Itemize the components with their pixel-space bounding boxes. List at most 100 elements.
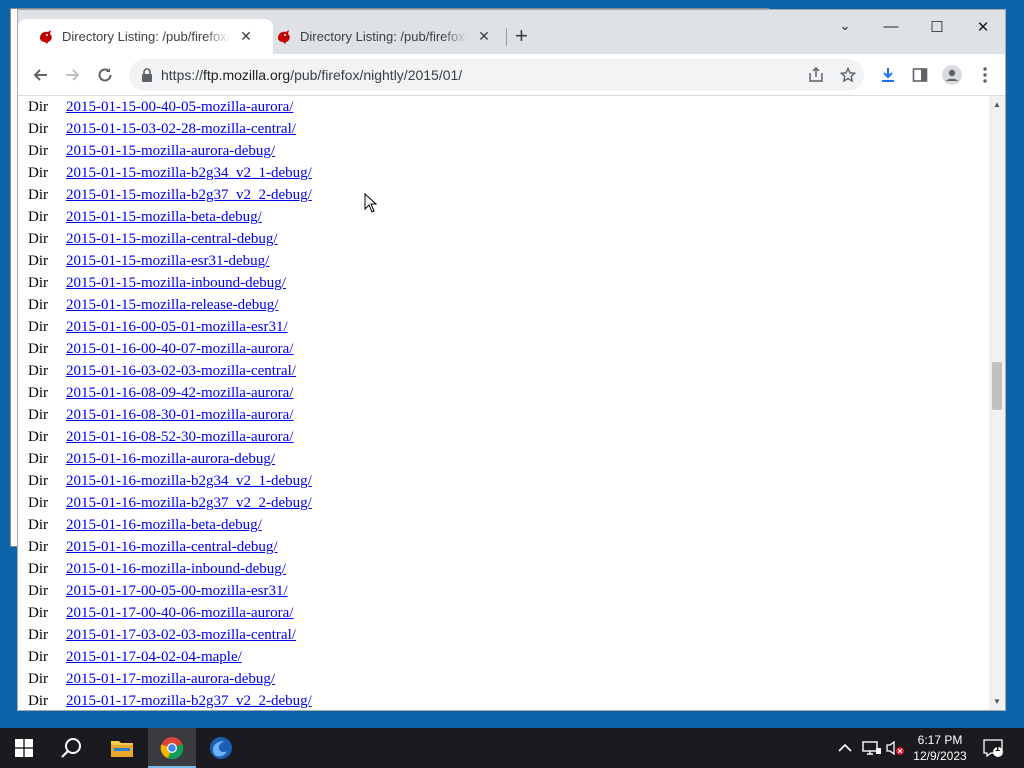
entry-type: Dir <box>28 165 48 181</box>
lock-icon[interactable] <box>141 68 153 82</box>
directory-link[interactable]: 2015-01-17-04-02-04-maple/ <box>66 649 242 665</box>
maximize-button[interactable]: ☐ <box>914 18 960 36</box>
entry-type: Dir <box>28 583 48 599</box>
tab-inactive[interactable]: Directory Listing: /pub/firefox/nightly/… <box>256 19 511 54</box>
listing-row: Dir 2015-01-17-00-40-06-mozilla-aurora/ <box>28 602 293 624</box>
new-tab-button[interactable]: + <box>515 25 528 47</box>
directory-link[interactable]: 2015-01-17-mozilla-b2g37_v2_2-debug/ <box>66 693 312 709</box>
system-clock[interactable]: 6:17 PM 12/9/2023 <box>905 732 975 764</box>
directory-link[interactable]: 2015-01-17-00-40-06-mozilla-aurora/ <box>66 605 293 621</box>
directory-link[interactable]: 2015-01-16-00-05-01-mozilla-esr31/ <box>66 319 288 335</box>
directory-link[interactable]: 2015-01-16-08-30-01-mozilla-aurora/ <box>66 407 293 423</box>
entry-type: Dir <box>28 319 48 335</box>
entry-type: Dir <box>28 495 48 511</box>
entry-type: Dir <box>28 605 48 621</box>
directory-link[interactable]: 2015-01-16-03-02-03-mozilla-central/ <box>66 363 296 379</box>
profile-icon[interactable] <box>940 63 964 87</box>
entry-type: Dir <box>28 429 48 445</box>
directory-link[interactable]: 2015-01-15-mozilla-release-debug/ <box>66 297 278 313</box>
tab-close-icon[interactable]: ✕ <box>476 28 492 45</box>
forward-icon[interactable] <box>60 63 84 87</box>
listing-row: Dir 2015-01-16-03-02-03-mozilla-central/ <box>28 360 296 382</box>
listing-row: Dir 2015-01-17-mozilla-aurora-debug/ <box>28 668 275 690</box>
listing-row: Dir 2015-01-15-mozilla-aurora-debug/ <box>28 140 275 162</box>
directory-link[interactable]: 2015-01-16-mozilla-central-debug/ <box>66 539 278 555</box>
minimize-button[interactable]: — <box>868 18 914 35</box>
close-window-button[interactable]: ✕ <box>960 18 1005 36</box>
reload-icon[interactable] <box>93 63 117 87</box>
entry-type: Dir <box>28 451 48 467</box>
tab-search-icon[interactable]: ⌄ <box>822 18 868 34</box>
directory-link[interactable]: 2015-01-16-mozilla-inbound-debug/ <box>66 561 286 577</box>
listing-row: Dir 2015-01-17-mozilla-b2g37_v2_2-debug/ <box>28 690 312 710</box>
mozilla-favicon-icon <box>40 29 52 44</box>
directory-link[interactable]: 2015-01-16-08-52-30-mozilla-aurora/ <box>66 429 293 445</box>
entry-type: Dir <box>28 275 48 291</box>
star-icon[interactable] <box>838 65 858 85</box>
scroll-up-arrow-icon[interactable]: ▲ <box>993 100 1001 109</box>
start-icon[interactable] <box>0 728 48 768</box>
entry-type: Dir <box>28 297 48 313</box>
tab-active[interactable]: Directory Listing: /pub/firefox/nightly/… <box>18 19 273 54</box>
url-scheme: https:// <box>161 67 204 83</box>
directory-link[interactable]: 2015-01-15-mozilla-aurora-debug/ <box>66 143 275 159</box>
directory-link[interactable]: 2015-01-17-mozilla-aurora-debug/ <box>66 671 275 687</box>
tray-chevron-up-icon[interactable] <box>838 728 852 768</box>
listing-row: Dir 2015-01-16-08-52-30-mozilla-aurora/ <box>28 426 293 448</box>
directory-link[interactable]: 2015-01-16-00-40-07-mozilla-aurora/ <box>66 341 293 357</box>
directory-link[interactable]: 2015-01-15-mozilla-b2g37_v2_2-debug/ <box>66 187 312 203</box>
directory-link[interactable]: 2015-01-15-00-40-05-mozilla-aurora/ <box>66 99 293 115</box>
entry-type: Dir <box>28 99 48 115</box>
listing-row: Dir 2015-01-16-00-40-07-mozilla-aurora/ <box>28 338 293 360</box>
directory-link[interactable]: 2015-01-17-03-02-03-mozilla-central/ <box>66 627 296 643</box>
directory-link[interactable]: 2015-01-17-00-05-00-mozilla-esr31/ <box>66 583 288 599</box>
scroll-down-arrow-icon[interactable]: ▼ <box>993 697 1001 706</box>
chrome-icon[interactable] <box>148 728 196 768</box>
entry-type: Dir <box>28 473 48 489</box>
directory-link[interactable]: 2015-01-16-mozilla-aurora-debug/ <box>66 451 275 467</box>
browser-window: Directory Listing: /pub/firefox/nightly/… <box>17 9 1006 711</box>
tab-close-icon[interactable]: ✕ <box>238 28 254 45</box>
directory-link[interactable]: 2015-01-16-08-09-42-mozilla-aurora/ <box>66 385 293 401</box>
listing-row: Dir 2015-01-15-mozilla-inbound-debug/ <box>28 272 286 294</box>
directory-link[interactable]: 2015-01-15-mozilla-esr31-debug/ <box>66 253 269 269</box>
listing-row: Dir 2015-01-17-00-05-00-mozilla-esr31/ <box>28 580 288 602</box>
file-explorer-icon[interactable] <box>98 728 146 768</box>
listing-row: Dir 2015-01-17-03-02-03-mozilla-central/ <box>28 624 296 646</box>
directory-link[interactable]: 2015-01-16-mozilla-b2g34_v2_1-debug/ <box>66 473 312 489</box>
listing-row: Dir 2015-01-15-03-02-28-mozilla-central/ <box>28 118 296 140</box>
network-icon[interactable] <box>862 728 882 768</box>
directory-link[interactable]: 2015-01-15-mozilla-beta-debug/ <box>66 209 262 225</box>
menu-icon[interactable] <box>973 63 997 87</box>
notification-count-badge: 1 <box>995 743 1001 753</box>
share-icon[interactable] <box>806 65 826 85</box>
directory-link[interactable]: 2015-01-15-03-02-28-mozilla-central/ <box>66 121 296 137</box>
browser-toolbar: https://ftp.mozilla.org/pub/firefox/nigh… <box>18 54 1005 96</box>
notifications-icon[interactable]: 1 <box>982 728 1004 768</box>
listing-row: Dir 2015-01-16-08-30-01-mozilla-aurora/ <box>28 404 293 426</box>
tab-title: Directory Listing: /pub/firefox/nightly/… <box>62 29 230 44</box>
entry-type: Dir <box>28 209 48 225</box>
directory-link[interactable]: 2015-01-16-mozilla-b2g37_v2_2-debug/ <box>66 495 312 511</box>
volume-muted-icon[interactable] <box>885 728 905 768</box>
directory-link[interactable]: 2015-01-15-mozilla-inbound-debug/ <box>66 275 286 291</box>
listing-row: Dir 2015-01-17-04-02-04-maple/ <box>28 646 242 668</box>
firefox-icon[interactable] <box>197 728 245 768</box>
entry-type: Dir <box>28 671 48 687</box>
listing-row: Dir 2015-01-16-08-09-42-mozilla-aurora/ <box>28 382 293 404</box>
back-icon[interactable] <box>29 63 53 87</box>
scrollbar-thumb[interactable] <box>992 362 1002 410</box>
entry-type: Dir <box>28 517 48 533</box>
directory-link[interactable]: 2015-01-15-mozilla-b2g34_v2_1-debug/ <box>66 165 312 181</box>
entry-type: Dir <box>28 231 48 247</box>
vertical-scrollbar[interactable]: ▲ ▼ <box>989 96 1005 710</box>
directory-listing: Dir 2015-01-15-00-40-05-mozilla-aurora/Di… <box>18 96 989 710</box>
directory-link[interactable]: 2015-01-16-mozilla-beta-debug/ <box>66 517 262 533</box>
download-icon[interactable] <box>876 63 900 87</box>
mouse-cursor-icon <box>364 193 378 213</box>
directory-link[interactable]: 2015-01-15-mozilla-central-debug/ <box>66 231 278 247</box>
search-icon[interactable] <box>48 728 96 768</box>
side-panel-icon[interactable] <box>908 63 932 87</box>
url-text[interactable]: https://ftp.mozilla.org/pub/firefox/nigh… <box>161 67 462 83</box>
address-bar[interactable]: https://ftp.mozilla.org/pub/firefox/nigh… <box>129 59 864 91</box>
